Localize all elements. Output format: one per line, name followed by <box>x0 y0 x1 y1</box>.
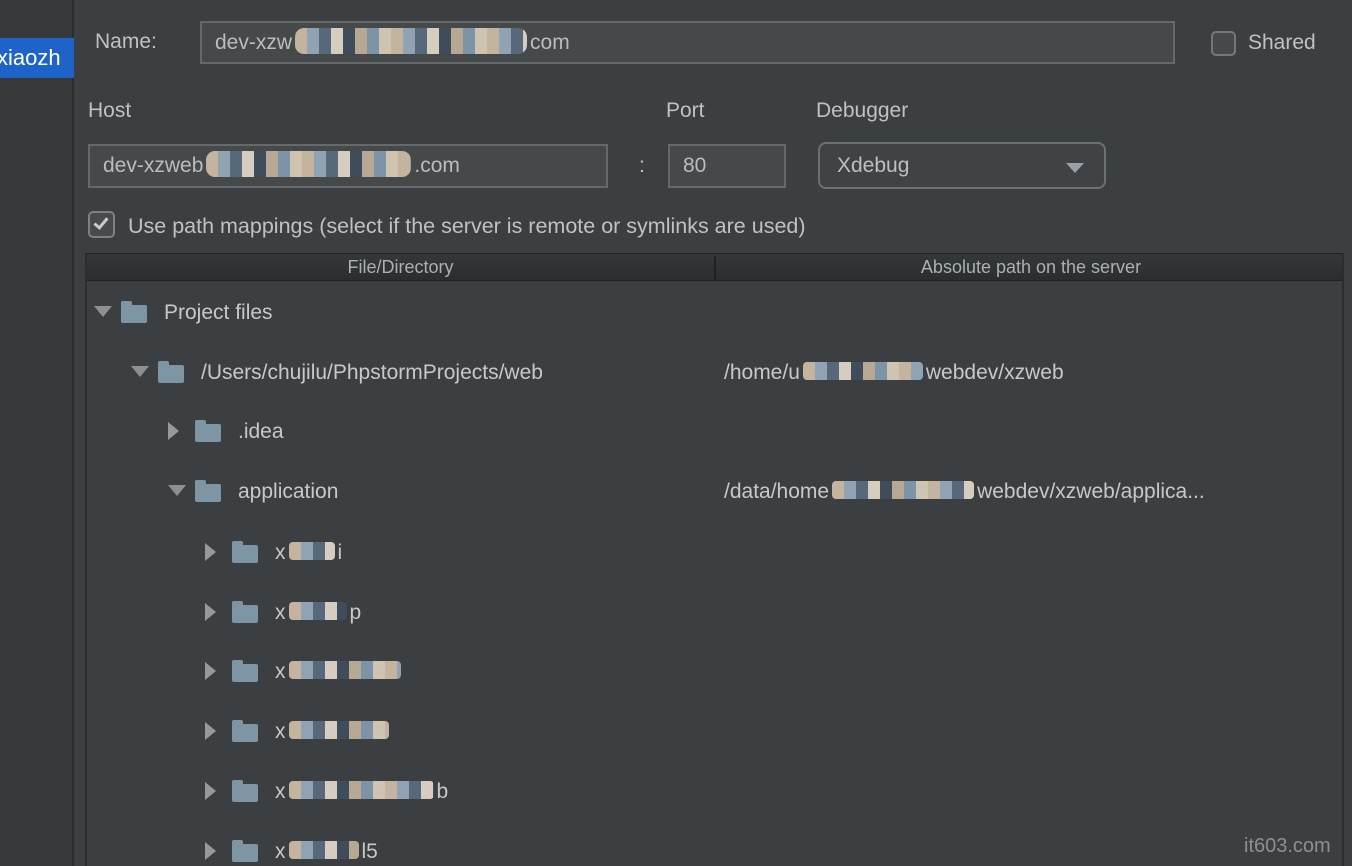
folder-icon <box>232 664 258 682</box>
folder-icon <box>232 545 258 563</box>
name-input[interactable]: dev-xzw com <box>200 21 1175 64</box>
file-directory-cell: x <box>275 717 392 747</box>
column-header-absolute-path[interactable]: Absolute path on the server <box>716 254 1344 282</box>
host-value-prefix: dev-xzweb <box>103 154 203 177</box>
name-value-suffix: com <box>530 31 570 54</box>
name-label: Name: <box>95 30 157 54</box>
collapse-toggle-icon[interactable] <box>168 485 186 496</box>
absolute-path-cell: /home/uwebdev/xzweb <box>724 358 1064 388</box>
redacted-text <box>295 28 527 54</box>
folder-icon <box>232 724 258 742</box>
file-directory-cell: xp <box>275 598 361 628</box>
host-label: Host <box>88 99 131 123</box>
path-mapping-table: File/Directory Absolute path on the serv… <box>85 253 1344 866</box>
debugger-select[interactable]: Xdebug <box>818 142 1106 189</box>
mapping-tree-row[interactable]: Project files <box>87 298 1342 328</box>
port-label: Port <box>666 99 705 123</box>
redacted-text <box>832 481 974 499</box>
expand-toggle-icon[interactable] <box>205 722 216 740</box>
folder-icon <box>232 605 258 623</box>
debugger-label: Debugger <box>816 99 908 123</box>
sidebar-item-server-selected[interactable]: xiaozh <box>0 38 74 78</box>
folder-icon <box>232 784 258 802</box>
chevron-down-icon <box>1066 163 1084 173</box>
folder-icon <box>121 305 147 323</box>
checkmark-icon <box>93 214 108 230</box>
mapping-tree-row[interactable]: .idea <box>87 417 1342 447</box>
column-header-file-directory[interactable]: File/Directory <box>87 254 714 282</box>
collapse-toggle-icon[interactable] <box>131 366 149 377</box>
redacted-text <box>289 602 347 620</box>
port-value: 80 <box>670 146 784 186</box>
expand-toggle-icon[interactable] <box>205 842 216 860</box>
mapping-tree-row[interactable]: xi <box>87 538 1342 568</box>
port-input[interactable]: 80 <box>668 144 786 188</box>
settings-sidebar: xiaozh <box>0 0 74 866</box>
folder-icon <box>158 365 184 383</box>
shared-label: Shared <box>1248 31 1316 55</box>
host-value-suffix: .com <box>414 154 460 177</box>
file-directory-cell: xl5 <box>275 837 378 866</box>
redacted-text <box>803 362 923 380</box>
file-directory-cell: xi <box>275 538 342 568</box>
redacted-text <box>206 151 411 177</box>
expand-toggle-icon[interactable] <box>168 422 179 440</box>
shared-checkbox[interactable] <box>1211 31 1236 56</box>
expand-toggle-icon[interactable] <box>205 543 216 561</box>
mapping-tree-row[interactable]: x <box>87 657 1342 687</box>
absolute-path-cell: /data/homewebdev/xzweb/applica... <box>724 477 1205 507</box>
mapping-tree-row[interactable]: x <box>87 717 1342 747</box>
name-value-prefix: dev-xzw <box>215 31 292 54</box>
file-directory-cell: Project files <box>164 298 273 328</box>
redacted-text <box>289 781 434 799</box>
file-directory-cell: x <box>275 657 404 687</box>
collapse-toggle-icon[interactable] <box>94 306 112 317</box>
redacted-text <box>289 542 335 560</box>
path-mappings-checkbox[interactable] <box>88 211 115 238</box>
mapping-tree-row[interactable]: /Users/chujilu/PhpstormProjects/web/home… <box>87 358 1342 388</box>
file-directory-cell: xb <box>275 777 448 807</box>
expand-toggle-icon[interactable] <box>205 782 216 800</box>
redacted-text <box>289 841 359 859</box>
path-mappings-label: Use path mappings (select if the server … <box>128 214 806 239</box>
folder-icon <box>195 424 221 442</box>
redacted-text <box>289 661 401 679</box>
folder-icon <box>232 844 258 862</box>
file-directory-cell: /Users/chujilu/PhpstormProjects/web <box>201 358 543 388</box>
folder-icon <box>195 484 221 502</box>
mapping-table-header: File/Directory Absolute path on the serv… <box>87 253 1342 281</box>
file-directory-cell: .idea <box>238 417 284 447</box>
mapping-tree-row[interactable]: xp <box>87 598 1342 628</box>
expand-toggle-icon[interactable] <box>205 603 216 621</box>
watermark-text: it603.com <box>1244 835 1331 858</box>
host-port-separator: : <box>639 154 645 178</box>
file-directory-cell: application <box>238 477 338 507</box>
mapping-tree-row[interactable]: application/data/homewebdev/xzweb/applic… <box>87 477 1342 507</box>
debugger-value: Xdebug <box>820 144 1104 187</box>
mapping-tree-row[interactable]: xb <box>87 777 1342 807</box>
expand-toggle-icon[interactable] <box>205 662 216 680</box>
host-input[interactable]: dev-xzweb .com <box>88 144 608 188</box>
mapping-tree-row[interactable]: xl5 <box>87 837 1342 866</box>
redacted-text <box>289 721 389 739</box>
